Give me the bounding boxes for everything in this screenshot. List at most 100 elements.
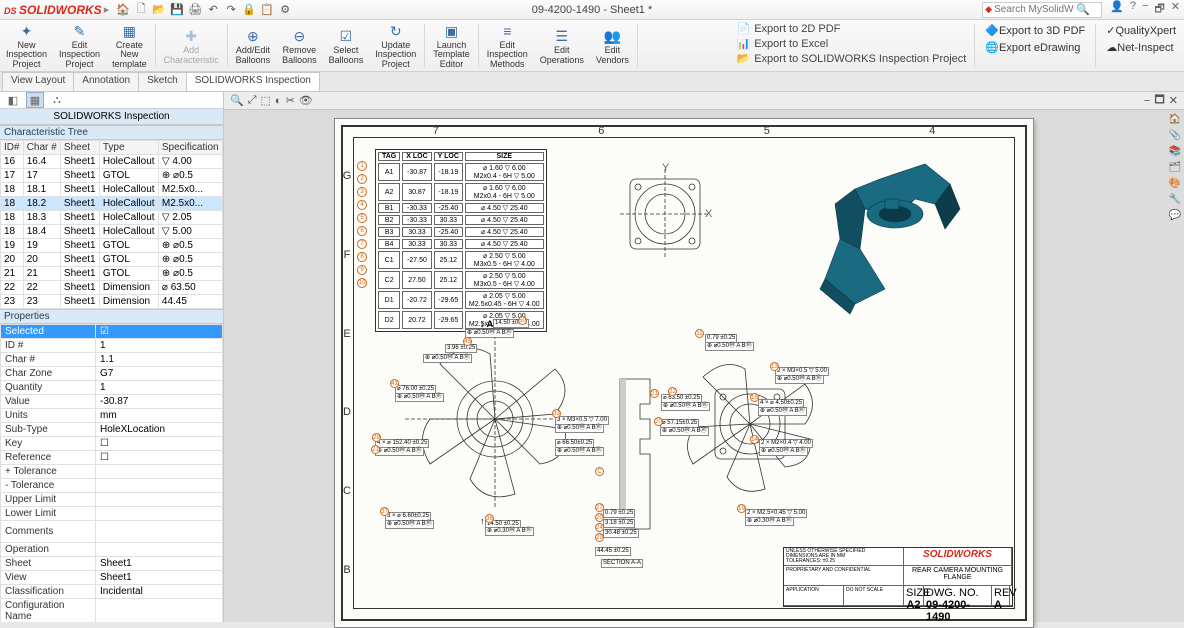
ribbon-link[interactable]: 📊Export to Excel (737, 37, 967, 50)
new-icon[interactable]: 🗋 (133, 2, 149, 18)
ribbon-button[interactable]: ✚Add Characteristic (158, 20, 225, 71)
property-row[interactable]: Lower Limit (1, 507, 223, 521)
ribbon-button[interactable]: 👥Edit Vendors (590, 20, 635, 71)
ribbon-link[interactable]: ☁Net-Inspect (1106, 41, 1176, 54)
column-header[interactable]: Type (99, 141, 158, 155)
property-value[interactable]: Sheet1 (96, 557, 223, 571)
library-icon[interactable]: 📚 (1168, 144, 1182, 158)
balloon[interactable]: 2 (357, 174, 367, 184)
table-row[interactable]: 1919Sheet1GTOL⊕ ⌀0.5 (1, 239, 223, 253)
balloon[interactable]: 20 (595, 513, 604, 522)
balloon[interactable]: 33 (552, 409, 561, 418)
balloon[interactable]: 13 (770, 362, 779, 371)
rebuild-icon[interactable]: 🔒 (241, 2, 257, 18)
zoom-fit-icon[interactable]: 🔍 (230, 94, 244, 107)
settings-icon[interactable]: ⚙ (277, 2, 293, 18)
column-header[interactable]: Specification (158, 141, 222, 155)
table-row[interactable]: 1818.1Sheet1HoleCalloutM2.5x0... (1, 183, 223, 197)
table-row[interactable]: 1818.4Sheet1HoleCallout▽ 5.00 (1, 225, 223, 239)
property-value[interactable]: -30.87 (96, 395, 223, 409)
property-row[interactable]: Sub-TypeHoleXLocation (1, 423, 223, 437)
dimension-callout[interactable]: ⊕ ⌀0.50Ⓜ A Bⓜ (555, 424, 604, 433)
dimension-callout[interactable]: 0.79 ±0.25 (603, 509, 635, 518)
property-row[interactable]: Char ZoneG7 (1, 367, 223, 381)
redo-icon[interactable]: ↷ (223, 2, 239, 18)
help-icon[interactable]: ? (1130, 0, 1136, 19)
dimension-callout[interactable]: ⊕ ⌀0.50Ⓜ A Bⓜ (423, 354, 472, 363)
balloon[interactable]: 21 (650, 389, 659, 398)
doc-max-icon[interactable]: 🗖 (1154, 91, 1164, 110)
save-icon[interactable]: 💾 (169, 2, 185, 18)
command-tab[interactable]: Sketch (138, 72, 187, 91)
ribbon-button[interactable]: ⊕Add/Edit Balloons (230, 20, 277, 71)
property-row[interactable]: Comments (1, 521, 223, 543)
section-icon[interactable]: ✂ (286, 94, 295, 107)
doc-min-icon[interactable]: − (1144, 95, 1150, 107)
property-row[interactable]: ViewSheet1 (1, 571, 223, 585)
doc-close-icon[interactable]: ✕ (1169, 94, 1178, 107)
menu-dropdown-icon[interactable]: ▸ (104, 3, 110, 16)
balloon[interactable]: 20 (654, 417, 663, 426)
property-row[interactable]: ID #1 (1, 339, 223, 353)
view-orient-icon[interactable]: ⬚ (261, 94, 271, 107)
balloon[interactable]: 22 (668, 387, 677, 396)
property-row[interactable]: Reference☐ (1, 451, 223, 465)
appearances-icon[interactable]: 🎨 (1168, 176, 1182, 190)
hide-show-icon[interactable]: 👁 (299, 94, 313, 107)
property-row[interactable]: Key☐ (1, 437, 223, 451)
restore-icon[interactable]: 🗗 (1154, 0, 1164, 19)
balloon[interactable]: 29 (372, 433, 381, 442)
ribbon-button[interactable]: ▦Create New template (106, 20, 153, 71)
balloon[interactable]: 36 (485, 514, 494, 523)
table-row[interactable]: 1717Sheet1GTOL⊕ ⌀0.5 (1, 169, 223, 183)
dimension-callout[interactable]: 44.45 ±0.25 (595, 547, 631, 556)
property-value[interactable]: 1 (96, 339, 223, 353)
ribbon-button[interactable]: ⊖Remove Balloons (276, 20, 323, 71)
options-icon[interactable]: 📋 (259, 2, 275, 18)
open-icon[interactable]: 📂 (151, 2, 167, 18)
table-row[interactable]: 2121Sheet1GTOL⊕ ⌀0.5 (1, 267, 223, 281)
dimension-callout[interactable]: ⊕ ⌀0.50Ⓜ A Bⓜ (705, 342, 754, 351)
column-header[interactable]: Sheet (60, 141, 99, 155)
dimension-callout[interactable]: ⊕ ⌀0.50Ⓜ A Bⓜ (775, 375, 824, 384)
property-row[interactable]: SheetSheet1 (1, 557, 223, 571)
search-box[interactable]: ◆ 🔍 (982, 2, 1102, 18)
property-value[interactable]: 1 (96, 381, 223, 395)
balloon[interactable]: 15 (750, 393, 759, 402)
property-value[interactable]: ☐ (96, 437, 223, 451)
ribbon-button[interactable]: ☰Edit Operations (534, 20, 590, 71)
ribbon-button[interactable]: ≡Edit Inspection Methods (481, 20, 534, 71)
dimension-callout[interactable]: ⊕ ⌀0.50Ⓜ A Bⓜ (465, 329, 514, 338)
balloon[interactable]: 3 (357, 187, 367, 197)
panel-tab-props-icon[interactable]: ▦ (26, 92, 44, 108)
panel-tab-config-icon[interactable]: ⛬ (48, 92, 66, 108)
property-row[interactable]: Upper Limit (1, 493, 223, 507)
dimension-callout[interactable]: 3.18 ±0.25 (603, 519, 635, 528)
resources-icon[interactable]: 📎 (1168, 128, 1182, 142)
balloon[interactable]: 8 (357, 252, 367, 262)
user-icon[interactable]: 👤 (1110, 0, 1124, 19)
property-value[interactable]: HoleXLocation (96, 423, 223, 437)
dimension-callout[interactable]: 30.48 ±0.25 (603, 529, 639, 538)
home-icon[interactable]: 🏠 (115, 2, 131, 18)
home-pane-icon[interactable]: 🏠 (1168, 112, 1182, 126)
property-value[interactable] (96, 507, 223, 521)
property-row[interactable]: Operation (1, 543, 223, 557)
graphics-area[interactable]: 🔍 ⤢ ⬚ ◐ ✂ 👁 − 🗖 ✕ 7654 GFEDCB 1234567891… (224, 92, 1184, 622)
property-value[interactable]: 1.1 (96, 353, 223, 367)
balloon[interactable]: 41 (390, 379, 399, 388)
balloon[interactable]: 29 (595, 533, 604, 542)
dimension-callout[interactable]: ⊕ ⌀0.50Ⓜ A Bⓜ (660, 427, 709, 436)
property-value[interactable] (96, 493, 223, 507)
property-row[interactable]: Unitsmm (1, 409, 223, 423)
ribbon-button[interactable]: ✦New Inspection Project (0, 20, 53, 71)
ribbon-link[interactable]: 📄Export to 2D PDF (737, 22, 967, 35)
property-row[interactable]: ClassificationIncidental (1, 585, 223, 599)
ribbon-button[interactable]: ☑Select Balloons (323, 20, 370, 71)
table-row[interactable]: 1616.4Sheet1HoleCallout▽ 4.00 (1, 155, 223, 169)
balloon[interactable]: 19 (737, 504, 746, 513)
minimize-icon[interactable]: − (1142, 0, 1148, 19)
property-value[interactable] (96, 479, 223, 493)
balloon[interactable]: 24 (595, 523, 604, 532)
table-row[interactable]: 1818.3Sheet1HoleCallout▽ 2.05 (1, 211, 223, 225)
